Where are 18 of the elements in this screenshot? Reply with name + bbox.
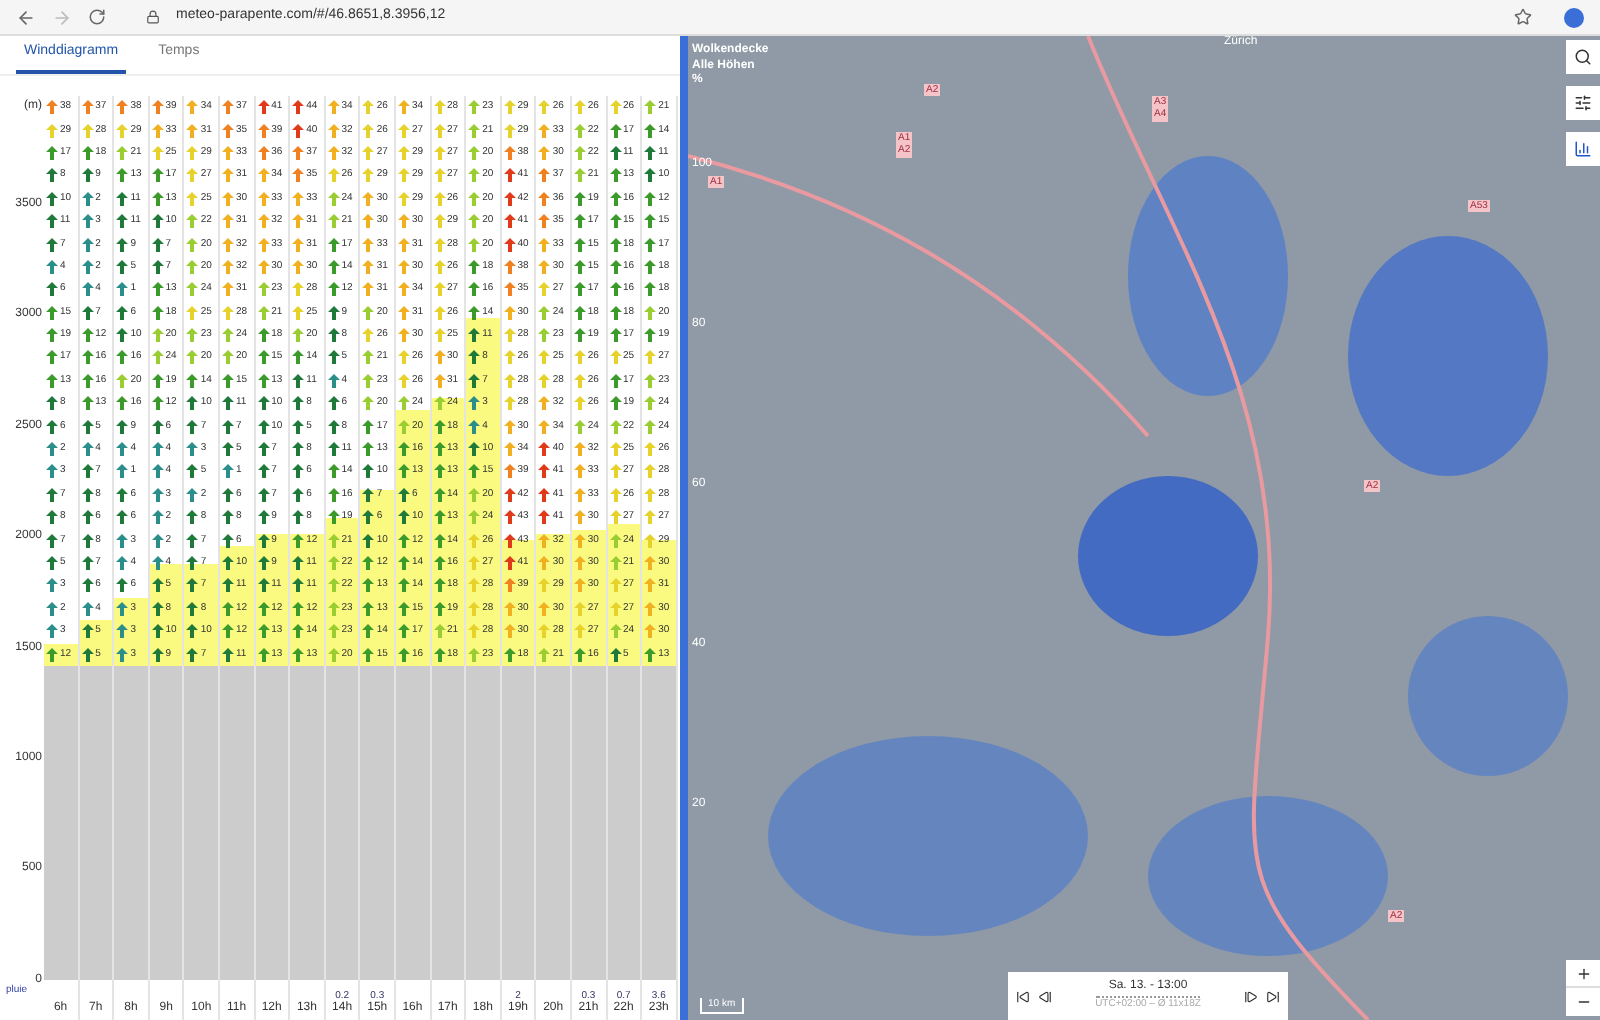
star-icon[interactable] bbox=[1514, 8, 1532, 26]
skip-start-icon[interactable] bbox=[1016, 989, 1030, 1003]
profile-avatar[interactable] bbox=[1564, 7, 1584, 27]
step-forward-icon[interactable] bbox=[1244, 989, 1258, 1003]
back-icon[interactable] bbox=[16, 7, 36, 27]
chart-button[interactable] bbox=[1566, 132, 1600, 166]
zoom-in-button[interactable] bbox=[1566, 960, 1600, 988]
skip-end-icon[interactable] bbox=[1266, 989, 1280, 1003]
step-back-icon[interactable] bbox=[1038, 989, 1052, 1003]
reload-icon[interactable] bbox=[88, 8, 106, 26]
settings-button[interactable] bbox=[1566, 86, 1600, 120]
search-icon bbox=[1574, 48, 1592, 66]
search-button[interactable] bbox=[1566, 40, 1600, 74]
plus-icon bbox=[1575, 965, 1591, 981]
zoom-out-button[interactable] bbox=[1566, 988, 1600, 1016]
bar-chart-icon bbox=[1574, 140, 1592, 158]
lock-icon bbox=[146, 10, 160, 24]
sliders-icon bbox=[1574, 94, 1592, 112]
